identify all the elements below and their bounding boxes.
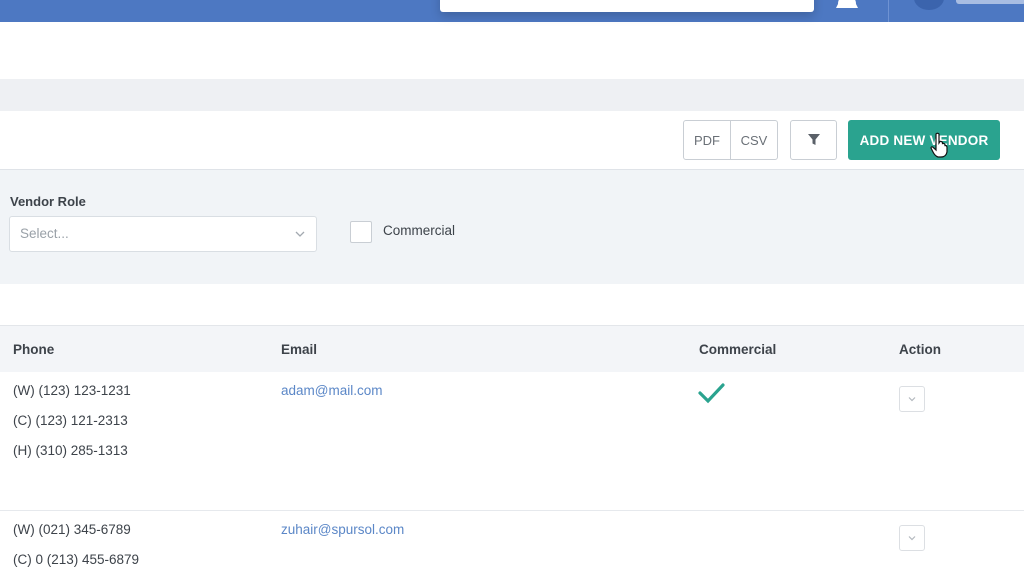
vendor-table-header: Phone Email Commercial Action xyxy=(0,325,1024,373)
email-link[interactable]: zuhair@spursol.com xyxy=(281,522,404,537)
table-row: (W) (021) 345-6789 (C) 0 (213) 455-6879 … xyxy=(0,511,1024,576)
chevron-down-icon xyxy=(295,231,305,237)
export-pdf-button[interactable]: PDF xyxy=(684,121,730,159)
phone-cell: (C) (123) 121-2313 xyxy=(13,413,128,428)
vendor-role-label: Vendor Role xyxy=(10,194,86,209)
export-csv-button[interactable]: CSV xyxy=(730,121,777,159)
phone-work: (W) (123) 123-1231 xyxy=(13,383,131,398)
row-action-dropdown[interactable] xyxy=(899,386,925,412)
hand-cursor-icon xyxy=(930,132,948,158)
email-link[interactable]: adam@mail.com xyxy=(281,383,382,398)
top-navbar xyxy=(0,0,1024,22)
chevron-down-icon xyxy=(908,397,916,402)
commercial-checkbox[interactable] xyxy=(350,221,372,243)
phone-cell: (C) 0 (213) 455-6879 xyxy=(13,552,140,567)
vendor-role-placeholder: Select... xyxy=(20,226,69,241)
bell-icon[interactable] xyxy=(833,0,861,14)
navbar-divider xyxy=(888,0,889,22)
filter-button[interactable] xyxy=(790,120,837,160)
filter-panel: Vendor Role Select... Commercial xyxy=(0,170,1024,284)
chevron-down-icon xyxy=(908,536,916,541)
page-header-band xyxy=(0,79,1024,111)
phone-work: (W) (021) 345-6789 xyxy=(13,522,131,537)
avatar[interactable] xyxy=(914,0,944,10)
add-new-vendor-button[interactable]: ADD NEW VENDOR xyxy=(848,120,1000,160)
global-search-input[interactable] xyxy=(440,0,814,12)
user-name[interactable] xyxy=(956,0,1024,4)
toolbar: PDF CSV ADD NEW VENDOR xyxy=(0,111,1024,170)
table-row: (W) (123) 123-1231 (C) (123) 121-2313 (H… xyxy=(0,372,1024,511)
export-button-group: PDF CSV xyxy=(683,120,778,160)
row-action-dropdown[interactable] xyxy=(899,525,925,551)
phone-home: (H) (310) 285-1313 xyxy=(13,443,128,458)
commercial-checkbox-label: Commercial xyxy=(383,223,456,238)
column-header-action: Action xyxy=(899,342,941,357)
filter-icon xyxy=(807,134,820,145)
column-header-email[interactable]: Email xyxy=(281,342,317,357)
vendor-role-select[interactable]: Select... xyxy=(9,216,317,252)
checkmark-icon xyxy=(698,383,725,404)
column-header-phone[interactable]: Phone xyxy=(13,342,54,357)
column-header-commercial[interactable]: Commercial xyxy=(699,342,776,357)
